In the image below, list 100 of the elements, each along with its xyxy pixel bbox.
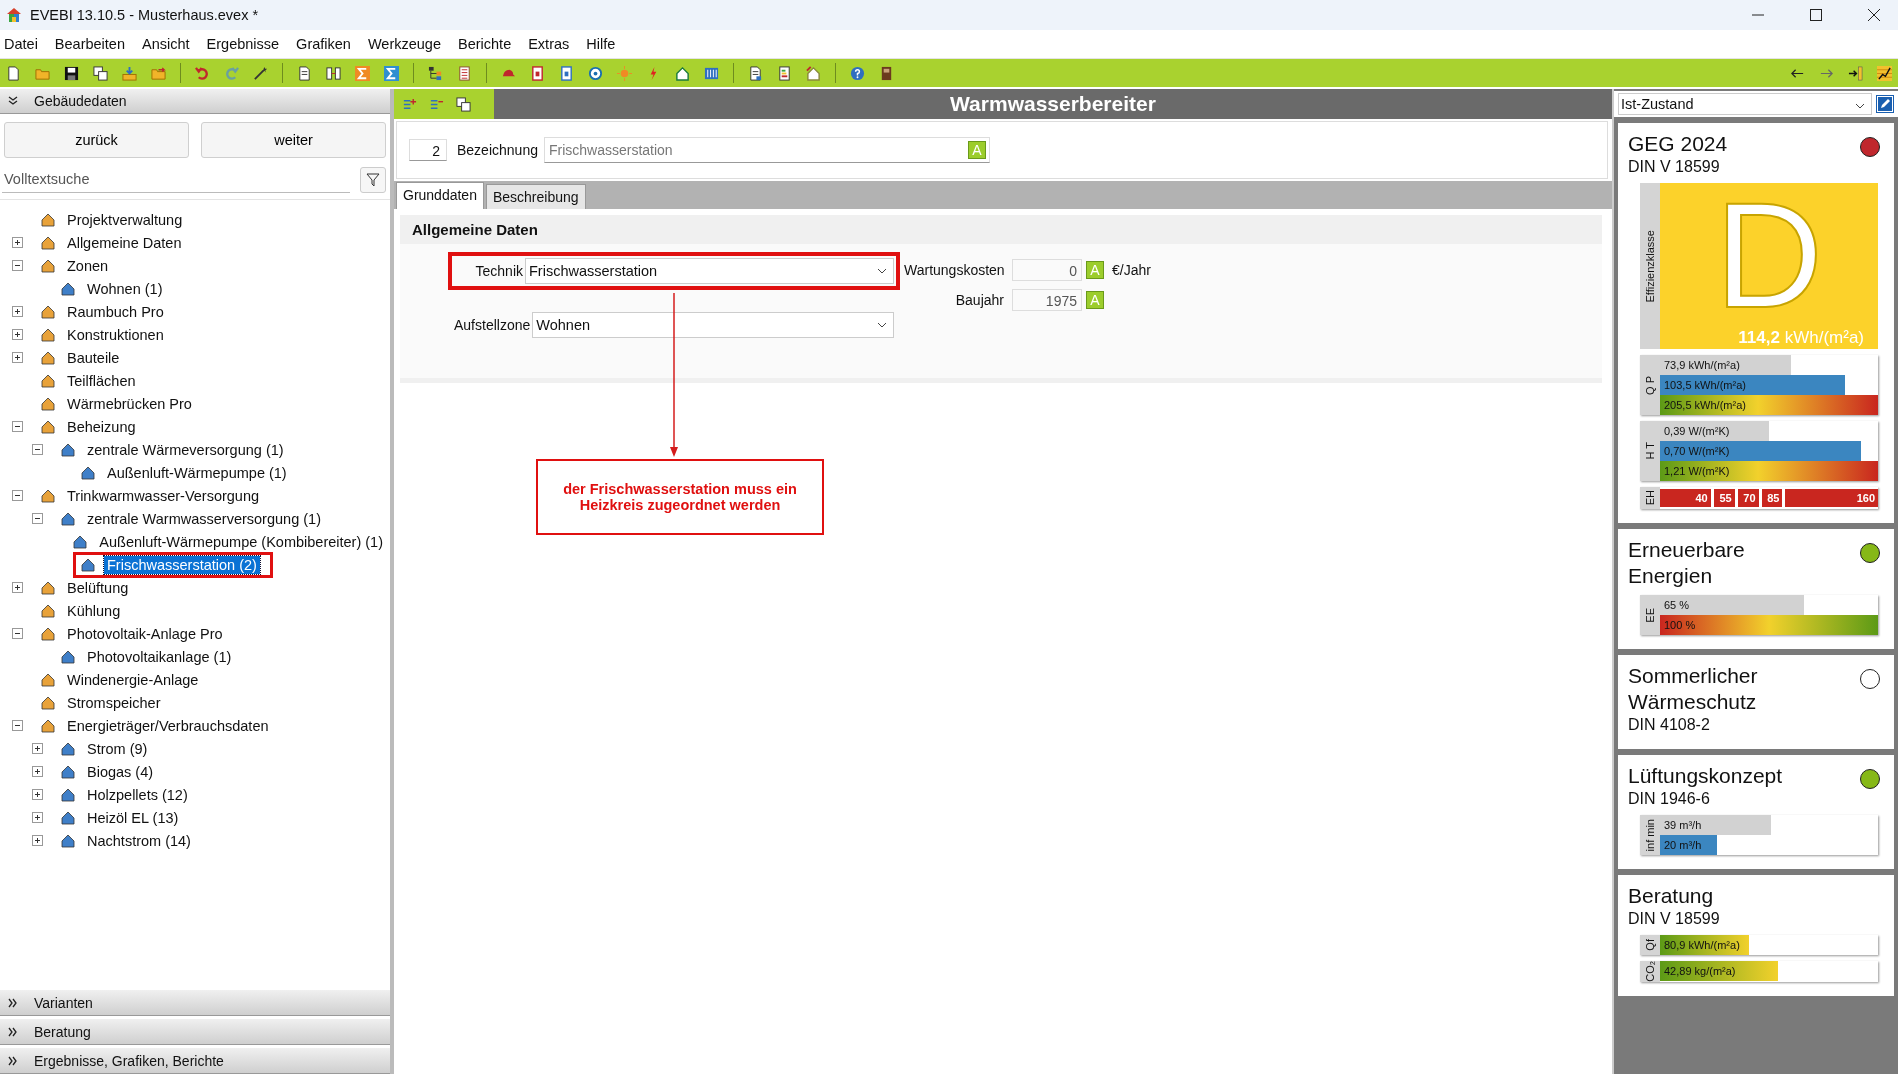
folder-arrow-icon[interactable] — [151, 65, 166, 81]
chart-icon[interactable] — [1877, 65, 1892, 81]
tree-item[interactable]: Photovoltaik-Anlage Pro — [64, 624, 226, 643]
house-icon[interactable] — [806, 65, 821, 81]
panel-header[interactable]: Gebäudedaten — [0, 89, 390, 114]
menu-item[interactable]: Bearbeiten — [50, 36, 138, 52]
double-chevron-icon — [8, 1026, 18, 1037]
scale-segment: 55 — [1713, 489, 1735, 507]
maximize-icon[interactable] — [1810, 9, 1822, 21]
collapse-icon[interactable] — [12, 720, 23, 731]
tab[interactable]: Grunddaten — [396, 182, 484, 209]
tree-item[interactable]: Projektverwaltung — [64, 210, 186, 229]
expand-icon[interactable] — [32, 743, 43, 754]
expand-icon[interactable] — [12, 237, 23, 248]
tree-item[interactable]: Strom (9) — [84, 739, 151, 758]
menu-item[interactable]: Ansicht — [138, 36, 203, 52]
panel-section-header[interactable]: Varianten — [0, 990, 390, 1016]
door-icon[interactable] — [879, 65, 894, 81]
tree-item[interactable]: Kühlung — [64, 601, 124, 620]
expand-icon[interactable] — [32, 812, 43, 823]
filter-button[interactable] — [360, 166, 386, 193]
tree-item[interactable]: Nachtstrom (14) — [84, 831, 194, 850]
tree-item[interactable]: Wohnen (1) — [84, 279, 166, 298]
tree-item[interactable]: Biogas (4) — [84, 762, 157, 781]
tree-item[interactable]: Konstruktionen — [64, 325, 167, 344]
tree-item[interactable]: Trinkwarmwasser-Versorgung — [64, 486, 263, 505]
tree-item[interactable]: Holzpellets (12) — [84, 785, 191, 804]
tree-item[interactable]: Belüftung — [64, 578, 132, 597]
tree-item[interactable]: Wärmebrücken Pro — [64, 394, 195, 413]
import-icon[interactable] — [122, 65, 137, 81]
edit-icon[interactable] — [1876, 95, 1894, 113]
tree-item[interactable]: zentrale Warmwasserversorgung (1) — [84, 509, 324, 528]
document-icon[interactable] — [6, 65, 21, 81]
dropdown[interactable]: Wohnen — [532, 312, 894, 338]
expand-icon[interactable] — [12, 582, 23, 593]
panel-section-header[interactable]: Ergebnisse, Grafiken, Berichte — [0, 1048, 390, 1074]
scenario-dropdown[interactable]: Ist-Zustand — [1618, 93, 1872, 115]
close-icon[interactable] — [1868, 9, 1880, 21]
tree-node-icon — [60, 809, 76, 826]
tree-item[interactable]: Außenluft-Wärmepumpe (Kombibereiter) (1) — [96, 532, 386, 551]
arrow-to-bar-icon[interactable] — [1848, 65, 1863, 81]
tree-item[interactable]: Photovoltaikanlage (1) — [84, 647, 235, 666]
menu-item[interactable]: Berichte — [454, 36, 525, 52]
collapse-icon[interactable] — [32, 513, 43, 524]
number-field[interactable]: 2 — [409, 139, 447, 161]
hierarchy-icon[interactable] — [428, 65, 443, 81]
tree-item[interactable]: Zonen — [64, 256, 112, 275]
wand-icon[interactable] — [253, 65, 268, 81]
nav-button[interactable]: zurück — [4, 122, 189, 158]
tree-item[interactable]: Stromspeicher — [64, 693, 164, 712]
tree-item[interactable]: Energieträger/Verbrauchsdaten — [64, 716, 272, 735]
dropdown[interactable]: Frischwasserstation — [525, 258, 894, 284]
expand-icon[interactable] — [32, 789, 43, 800]
tree-item[interactable]: Frischwasserstation (2) — [104, 555, 260, 574]
undo-icon[interactable] — [195, 65, 210, 81]
number-field[interactable]: 1975 — [1012, 289, 1082, 311]
number-field[interactable]: 0 — [1012, 259, 1082, 281]
panel-section-header[interactable]: Beratung — [0, 1019, 390, 1045]
menu-item[interactable]: Ergebnisse — [202, 36, 293, 52]
tree-item[interactable]: Allgemeine Daten — [64, 233, 185, 252]
copy-icon[interactable] — [93, 65, 108, 81]
box-icon[interactable] — [559, 65, 574, 81]
list-icon[interactable] — [457, 65, 472, 81]
menu-item[interactable]: Datei — [0, 36, 51, 52]
tree-item[interactable]: Beheizung — [64, 417, 139, 436]
collapse-icon[interactable] — [32, 444, 43, 455]
report-icon[interactable] — [748, 65, 763, 81]
energy-label-icon[interactable] — [777, 65, 792, 81]
axis-label: H T — [1644, 442, 1656, 460]
collapse-icon[interactable] — [12, 260, 23, 271]
expand-icon[interactable] — [12, 329, 23, 340]
menu-item[interactable]: Grafiken — [292, 36, 364, 52]
scale-segment: 160 — [1785, 489, 1878, 507]
document-icon[interactable] — [297, 65, 312, 81]
add-rows-icon[interactable] — [402, 96, 417, 112]
tree-item[interactable]: Außenluft-Wärmepumpe (1) — [104, 463, 290, 482]
tree-item[interactable]: Raumbuch Pro — [64, 302, 167, 321]
help-icon[interactable] — [850, 65, 865, 81]
save-icon[interactable] — [64, 65, 79, 81]
expand-icon[interactable] — [32, 766, 43, 777]
tree-item[interactable]: Windenergie-Anlage — [64, 670, 202, 689]
tree-item[interactable]: Teilflächen — [64, 371, 139, 390]
expand-icon[interactable] — [12, 352, 23, 363]
menu-item[interactable]: Hilfe — [582, 36, 629, 52]
menu-item[interactable]: Werkzeuge — [363, 36, 454, 52]
menu-item[interactable]: Extras — [524, 36, 583, 52]
copy-icon[interactable] — [456, 96, 471, 112]
tree-item[interactable]: Heizöl EL (13) — [84, 808, 182, 827]
collapse-icon[interactable] — [12, 490, 23, 501]
tab[interactable]: Beschreibung — [485, 184, 586, 209]
columns-icon[interactable] — [326, 65, 341, 81]
house-icon[interactable] — [675, 65, 690, 81]
collapse-icon[interactable] — [12, 628, 23, 639]
expand-icon[interactable] — [12, 306, 23, 317]
expand-icon[interactable] — [32, 835, 43, 846]
tree-item[interactable]: zentrale Wärmeversorgung (1) — [84, 440, 287, 459]
sigma-icon[interactable] — [384, 65, 399, 81]
nav-button[interactable]: weiter — [201, 122, 386, 158]
collapse-icon[interactable] — [12, 421, 23, 432]
tree-item[interactable]: Bauteile — [64, 348, 123, 367]
